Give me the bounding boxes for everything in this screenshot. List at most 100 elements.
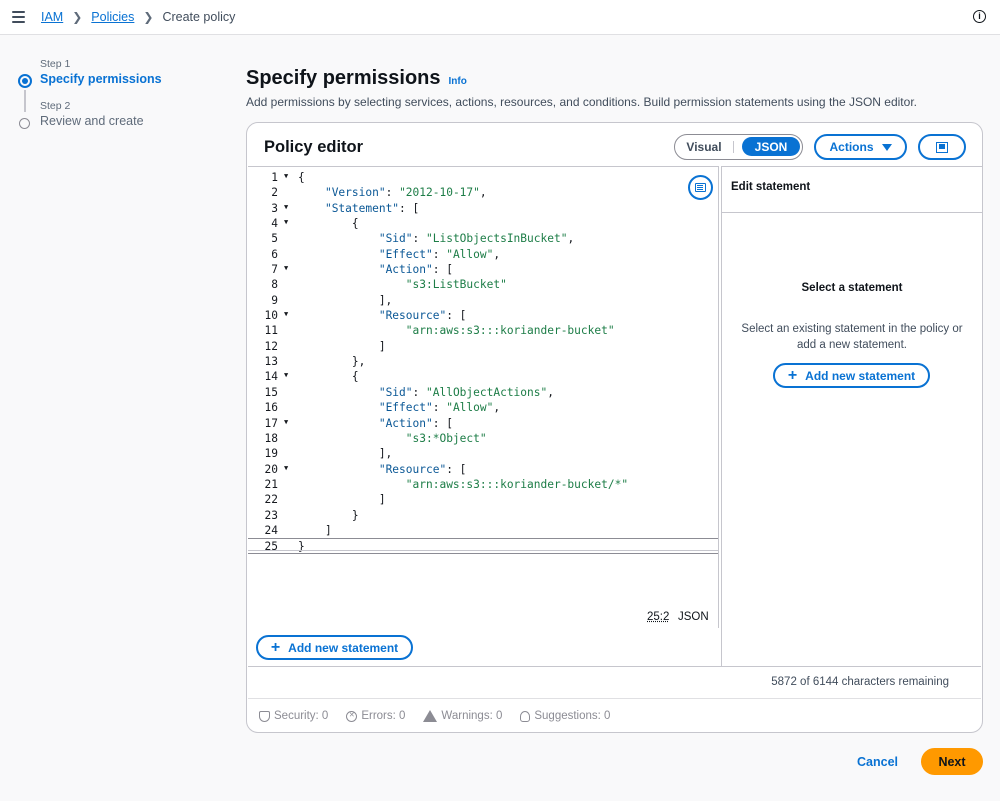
line-number: 15 — [264, 385, 278, 399]
step-1-label: Step 1 — [40, 58, 71, 70]
line-text: "Action": [ — [378, 416, 453, 430]
line-number: 19 — [264, 447, 278, 461]
code-line[interactable]: 18 "s3:*Object" — [248, 431, 718, 446]
select-statement-title: Select a statement — [801, 282, 903, 294]
keyboard-icon — [695, 183, 706, 192]
fold-arrow-icon[interactable]: ▼ — [284, 200, 288, 215]
line-text: "Action": [ — [378, 263, 453, 277]
line-text: "Resource": [ — [378, 462, 467, 476]
fold-arrow-icon[interactable]: ▼ — [284, 368, 288, 383]
line-number: 7 — [271, 263, 278, 277]
code-line[interactable]: 17 ▼ "Action": [ — [248, 416, 718, 431]
code-line[interactable]: 4 ▼ { — [248, 216, 718, 231]
info-link[interactable]: Info — [449, 76, 467, 87]
code-line[interactable]: 24 ] — [248, 523, 718, 538]
plus-icon: + — [787, 366, 798, 384]
line-text: ], — [298, 293, 393, 307]
code-line[interactable]: 10 ▼ "Resource": [ — [248, 308, 718, 323]
menu-icon[interactable] — [12, 11, 25, 23]
line-text: }, — [298, 355, 366, 369]
status-divider — [248, 698, 981, 699]
fold-arrow-icon[interactable]: ▼ — [284, 261, 288, 276]
line-text: } — [298, 540, 305, 554]
line-number: 17 — [264, 416, 278, 430]
code-line[interactable]: 21 "arn:aws:s3:::koriander-bucket/*" — [248, 477, 718, 492]
side-panel-divider — [722, 212, 982, 213]
edit-statement-title: Edit statement — [731, 181, 811, 193]
line-text: ], — [298, 447, 393, 461]
line-number: 8 — [271, 278, 278, 292]
security-status[interactable]: Security: 0 — [259, 710, 328, 722]
keyboard-shortcuts-button[interactable] — [688, 175, 713, 200]
breadcrumb-policies-link[interactable]: Policies — [91, 10, 134, 24]
code-editor[interactable]: 1 ▼{2 "Version": "2012-10-17", 3 ▼ "Stateme… — [248, 166, 719, 628]
warning-icon — [423, 710, 438, 722]
step-2-label: Step 2 — [40, 100, 71, 112]
fold-arrow-icon[interactable]: ▼ — [284, 215, 288, 230]
line-number: 2 — [271, 186, 278, 200]
warnings-status[interactable]: Warnings: 0 — [423, 710, 502, 722]
actions-dropdown-button[interactable]: Actions — [814, 134, 907, 160]
breadcrumb-iam-link[interactable]: IAM — [41, 10, 63, 24]
cancel-button[interactable]: Cancel — [857, 755, 898, 769]
fold-arrow-icon[interactable]: ▼ — [284, 307, 288, 322]
code-line[interactable]: 19 ], — [248, 446, 718, 461]
line-number: 5 — [271, 232, 278, 246]
code-lines[interactable]: 1 ▼{2 "Version": "2012-10-17", 3 ▼ "Stateme… — [248, 170, 718, 554]
select-statement-description: Select an existing statement in the poli… — [741, 323, 963, 351]
fullscreen-button[interactable] — [918, 134, 966, 160]
line-text: ] — [298, 339, 386, 353]
fold-arrow-icon[interactable]: ▼ — [284, 415, 288, 430]
code-line[interactable]: 12 ] — [248, 339, 718, 354]
line-text: { — [298, 370, 359, 384]
code-line[interactable]: 2 "Version": "2012-10-17", — [248, 185, 718, 200]
warnings-count: Warnings: 0 — [441, 710, 503, 722]
code-line[interactable]: 11 "arn:aws:s3:::koriander-bucket" — [248, 323, 718, 338]
errors-count: Errors: 0 — [361, 710, 406, 722]
line-number: 10 — [264, 309, 278, 323]
line-text: { — [298, 171, 305, 184]
step-1-title[interactable]: Specify permissions — [40, 72, 228, 86]
code-line[interactable]: 13 }, — [248, 354, 718, 369]
side-add-new-statement-button[interactable]: + Add new statement — [773, 363, 930, 388]
page-title: Specify permissions — [246, 67, 441, 89]
code-line[interactable]: 14 ▼ { — [248, 369, 718, 384]
code-line[interactable]: 16 "Effect": "Allow", — [248, 400, 718, 415]
error-icon: ✕ — [346, 710, 358, 722]
mode-json-button[interactable]: JSON — [742, 137, 800, 156]
code-line[interactable]: 9 ], — [248, 293, 718, 308]
line-text: "Sid": "ListObjectsInBucket", — [378, 232, 575, 246]
line-number: 12 — [264, 339, 278, 353]
chevron-right-icon: ❯ — [72, 10, 83, 24]
code-line[interactable]: 15 "Sid": "AllObjectActions", — [248, 385, 718, 400]
errors-status[interactable]: ✕ Errors: 0 — [346, 710, 405, 722]
code-line[interactable]: 25} — [248, 538, 718, 554]
code-line[interactable]: 7 ▼ "Action": [ — [248, 262, 718, 277]
code-line[interactable]: 3 ▼ "Statement": [ — [248, 201, 718, 216]
line-number: 9 — [271, 293, 278, 307]
code-line[interactable]: 23 } — [248, 508, 718, 523]
line-number: 13 — [264, 355, 278, 369]
code-line[interactable]: 20 ▼ "Resource": [ — [248, 462, 718, 477]
side-add-statement-label: Add new statement — [805, 368, 916, 383]
line-number: 25 — [264, 540, 278, 554]
code-line[interactable]: 8 "s3:ListBucket" — [248, 277, 718, 292]
fold-arrow-icon[interactable]: ▼ — [284, 461, 288, 476]
line-number: 16 — [264, 401, 278, 415]
info-icon[interactable]: i — [973, 10, 986, 23]
fold-arrow-icon[interactable]: ▼ — [284, 169, 288, 184]
step-current-icon — [18, 74, 32, 88]
code-line[interactable]: 6 "Effect": "Allow", — [248, 247, 718, 262]
line-number: 23 — [264, 508, 278, 522]
code-line[interactable]: 5 "Sid": "ListObjectsInBucket", — [248, 231, 718, 246]
code-line[interactable]: 1 ▼ { — [248, 170, 718, 185]
mode-visual-button[interactable]: Visual — [675, 140, 733, 154]
line-number: 14 — [264, 370, 278, 384]
add-new-statement-button[interactable]: + Add new statement — [256, 635, 413, 660]
suggestions-status[interactable]: Suggestions: 0 — [520, 710, 610, 722]
step-pending-icon — [19, 118, 30, 129]
code-line[interactable]: 22 ] — [248, 492, 718, 507]
step-2: Step 2 Review and create — [18, 100, 228, 129]
cursor-position[interactable]: 25:2 — [647, 611, 669, 623]
next-button[interactable]: Next — [921, 748, 983, 775]
